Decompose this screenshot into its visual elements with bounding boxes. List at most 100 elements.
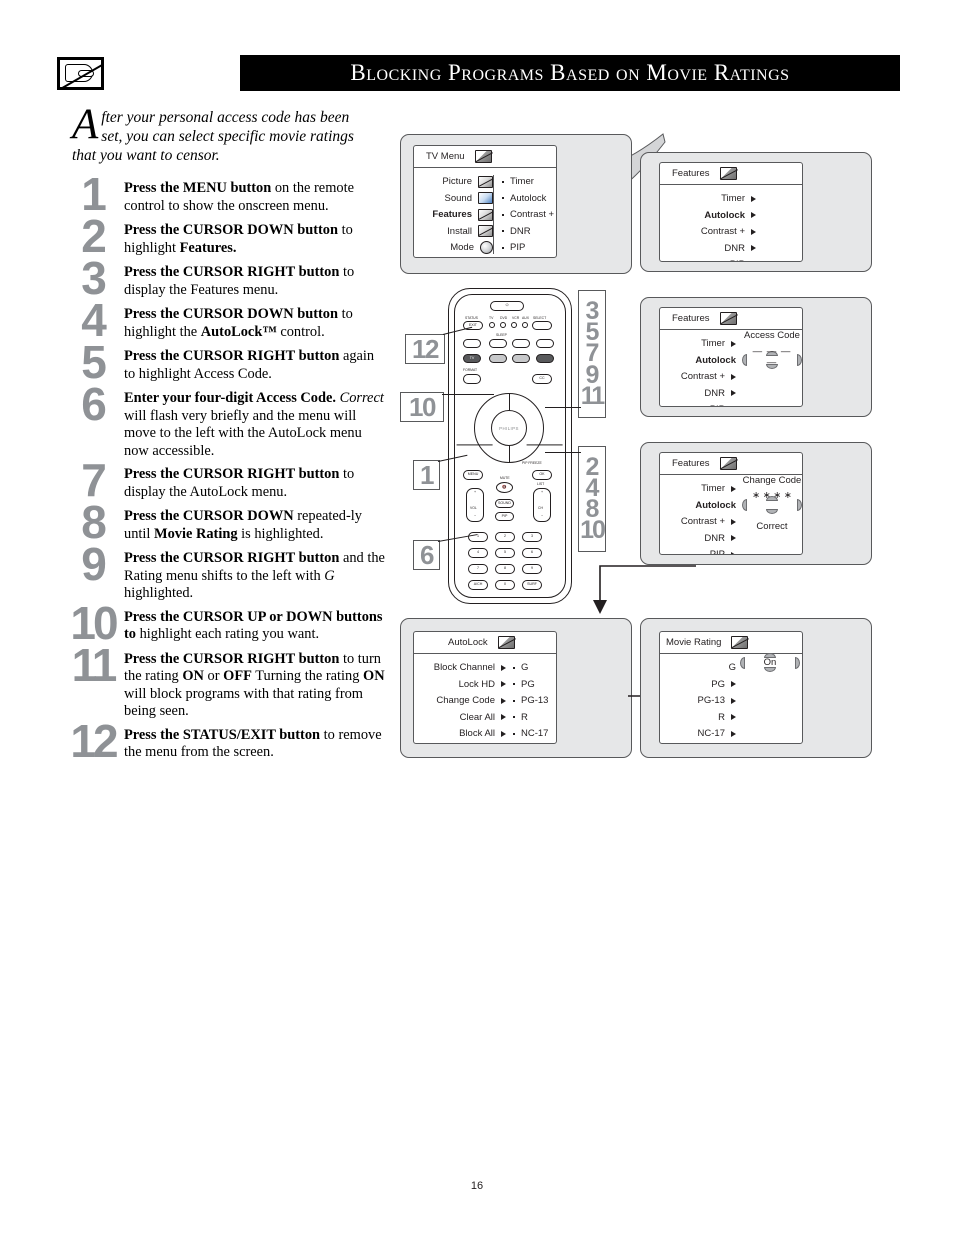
menu-item-dnr[interactable]: DNR: [704, 387, 736, 400]
mute-button[interactable]: 🔇: [496, 482, 513, 493]
menu-item-features[interactable]: Features: [418, 208, 493, 221]
channel-rocker[interactable]: + −: [533, 488, 551, 522]
menu-item-pg-13[interactable]: PG-13: [513, 694, 548, 707]
menu-item-autolock[interactable]: Autolock: [695, 499, 736, 512]
key-4[interactable]: 4: [468, 548, 488, 558]
status-label: STATUS: [465, 316, 478, 320]
menu-item-label: Block Channel: [433, 662, 495, 673]
instruction-steps: 1 Press the MENU button on the remote con…: [62, 171, 387, 767]
menu-item-timer[interactable]: Timer: [721, 192, 756, 205]
menu-item-g[interactable]: G: [513, 661, 548, 674]
menu-item-pip[interactable]: PIP: [502, 241, 554, 254]
bullet-icon: [513, 683, 515, 685]
menu-item-autolock[interactable]: Autolock: [704, 209, 756, 222]
menu-item-timer[interactable]: Timer: [701, 337, 736, 350]
menu-item-pip[interactable]: PIP: [710, 403, 736, 406]
step-text-5: Press the CURSOR RIGHT button again to h…: [124, 348, 375, 382]
key-surf[interactable]: SURF: [522, 580, 542, 590]
menu-item-label: Lock HD: [458, 678, 495, 690]
picture-icon: [478, 175, 493, 188]
step-7: 7 Press the CURSOR RIGHT button to displa…: [62, 457, 387, 503]
play-button[interactable]: [512, 354, 530, 363]
menu-item-mode[interactable]: Mode: [418, 241, 493, 254]
key-1[interactable]: 1: [468, 532, 488, 542]
menu-item-autolock[interactable]: Autolock: [695, 354, 736, 367]
menu-item-pg-13[interactable]: PG-13: [698, 694, 736, 707]
hd-button[interactable]: [536, 354, 554, 363]
standby-button[interactable]: [536, 339, 554, 348]
menu-item-label: G: [521, 662, 529, 673]
menu-item-label: NC-17: [697, 728, 725, 739]
chevron-right-icon: [731, 535, 736, 541]
menu-item-change-code[interactable]: Change Code: [436, 694, 506, 707]
menu-item-picture[interactable]: Picture: [418, 175, 493, 188]
guide-button[interactable]: [463, 339, 481, 348]
menu-item-timer[interactable]: Timer: [701, 482, 736, 495]
key-a-ch[interactable]: A/CH: [468, 580, 488, 590]
tv-mode-button[interactable]: TV: [463, 354, 481, 363]
bullet-icon: [513, 699, 515, 702]
menu-item-pg[interactable]: PG: [711, 678, 736, 691]
pip-button[interactable]: PIP: [495, 512, 514, 521]
step-number-9: 9: [81, 538, 107, 590]
format-button[interactable]: [463, 374, 481, 384]
menu-item-contrast[interactable]: Contrast +: [681, 370, 736, 383]
step-number-10: 10: [70, 596, 118, 649]
menu-item-contrast[interactable]: Contrast +: [681, 515, 736, 528]
menu-item-movie-rating[interactable]: Movie Rating: [436, 744, 506, 745]
menu-item-nc-17[interactable]: NC-17: [698, 727, 736, 740]
key-8[interactable]: 8: [495, 564, 515, 574]
menu-item-dnr[interactable]: DNR: [502, 225, 554, 238]
menu-item-sound[interactable]: Sound: [418, 192, 493, 205]
menu-item-nc-17[interactable]: NC-17: [513, 727, 548, 740]
cc-button[interactable]: CC: [532, 374, 552, 384]
tv-icon: [497, 636, 515, 649]
cursor-left-icon: [742, 354, 747, 366]
access-code-label: Access Code: [744, 330, 800, 341]
menu-item-block-channel[interactable]: Block Channel: [434, 661, 506, 674]
menu-item-install[interactable]: Install: [418, 225, 493, 238]
menu-item-label: Autolock: [695, 354, 736, 366]
change-code-status: Correct: [756, 521, 788, 532]
menu-item-g[interactable]: G: [729, 661, 736, 674]
menu-item-contrast[interactable]: Contrast +: [502, 208, 554, 221]
menu-item-dnr[interactable]: DNR: [724, 242, 756, 255]
menu-item-label: DNR: [704, 387, 725, 399]
menu-item-x[interactable]: X: [719, 744, 736, 745]
key-7[interactable]: 7: [468, 564, 488, 574]
menu-item-timer[interactable]: Timer: [502, 175, 554, 188]
features-title: Features: [672, 168, 710, 179]
menu-item-pip[interactable]: PIP: [730, 258, 756, 261]
menu-item-dnr[interactable]: DNR: [704, 532, 736, 545]
key-3[interactable]: 3: [522, 532, 542, 542]
sleep-button[interactable]: [489, 339, 507, 348]
key-0[interactable]: 0: [495, 580, 515, 590]
menu-item-pip[interactable]: PIP: [710, 548, 736, 554]
dpad-center-logo: PHILIPS: [491, 410, 527, 446]
menu-item-lock-hd[interactable]: Lock HD: [459, 678, 506, 691]
power-button[interactable]: ⏻: [490, 301, 524, 311]
menu-item-pg[interactable]: PG: [513, 678, 548, 691]
key-6[interactable]: 6: [522, 548, 542, 558]
key-2[interactable]: 2: [495, 532, 515, 542]
intro-paragraph: After your personal access code has been…: [72, 103, 372, 165]
menu-item-block-all[interactable]: Block All: [459, 727, 506, 740]
ok-button[interactable]: OK: [532, 470, 552, 480]
key-9[interactable]: 9: [522, 564, 542, 574]
menu-item-clear-all[interactable]: Clear All: [460, 711, 506, 724]
key-5[interactable]: 5: [495, 548, 515, 558]
menu-item-label: Change Code: [436, 695, 495, 706]
pc-button[interactable]: [489, 354, 507, 363]
menu-item-r[interactable]: R: [513, 711, 548, 724]
volume-rocker[interactable]: + −: [466, 488, 484, 522]
menu-item-r[interactable]: R: [718, 711, 736, 724]
menu-button[interactable]: MENU: [463, 470, 483, 480]
tv-icon: [474, 150, 492, 163]
menu-item-contrast[interactable]: Contrast +: [701, 225, 756, 238]
sound-button[interactable]: SOUND: [495, 499, 514, 508]
select-button[interactable]: [532, 321, 552, 330]
record-button[interactable]: [512, 339, 530, 348]
panel-movie-rating: Movie Rating GPG PG-13 R NC-17 X On: [640, 618, 872, 758]
callout-10b: 10: [580, 516, 606, 545]
menu-item-autolock[interactable]: Autolock: [502, 192, 554, 205]
